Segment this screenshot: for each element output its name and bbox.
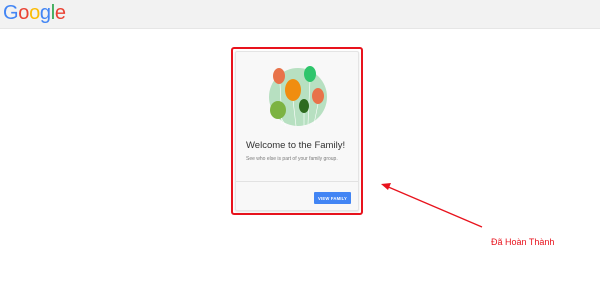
view-family-button[interactable]: VIEW FAMILY	[314, 192, 351, 204]
logo-letter: g	[39, 2, 51, 24]
card-divider	[236, 181, 358, 182]
logo-letter: o	[29, 2, 40, 24]
google-logo[interactable]: Google	[3, 2, 66, 24]
logo-letter: o	[18, 2, 30, 24]
logo-letter: e	[54, 2, 66, 24]
logo-letter: G	[3, 2, 19, 24]
completed-label: Đã Hoàn Thành	[491, 237, 555, 247]
card-title: Welcome to the Family!	[246, 140, 346, 151]
family-welcome-card: Welcome to the Family! See who else is p…	[235, 51, 359, 211]
card-subtitle: See who else is part of your family grou…	[246, 156, 338, 162]
balloons-icon	[269, 66, 327, 127]
arrow-icon	[381, 183, 483, 228]
top-bar: Google	[0, 0, 600, 29]
